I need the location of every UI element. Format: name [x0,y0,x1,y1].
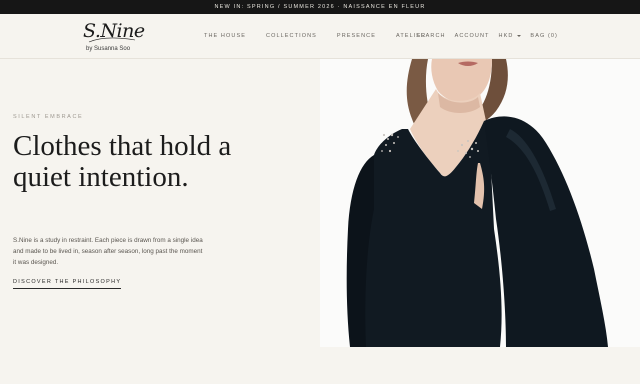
utility-nav: SEARCH ACCOUNT HKD BAG (0) [407,33,558,39]
discover-philosophy-link[interactable]: DISCOVER THE PHILOSOPHY [13,279,122,289]
announcement-text: NEW IN: SPRING / SUMMER 2026 · NAISSANCE… [214,4,426,10]
account-link[interactable]: ACCOUNT [455,33,490,39]
search-link[interactable]: SEARCH [416,33,446,39]
site-header: S.Nine by Susanna Soo THE HOUSE COLLECTI… [0,14,640,59]
hero-body: S.Nine is a study in restraint. Each pie… [13,237,203,266]
page-bottom-area [0,347,640,384]
currency-selector[interactable]: HKD [499,33,522,39]
hero-text-panel: SILENT EMBRACE Clothes that hold a quiet… [0,59,320,347]
logo-byline: by Susanna Soo [86,46,131,52]
model-photo [320,59,640,347]
logo-swoosh-icon [88,37,136,43]
hero-image [320,59,640,347]
currency-label: HKD [498,33,514,39]
hero-headline: Clothes that hold a quiet intention. [13,130,232,193]
nav-item-presence[interactable]: PRESENCE [337,33,376,39]
announcement-bar: NEW IN: SPRING / SUMMER 2026 · NAISSANCE… [0,0,640,14]
nav-item-collections[interactable]: COLLECTIONS [266,33,317,39]
brand-logo[interactable]: S.Nine by Susanna Soo [83,20,145,56]
nav-item-the-house[interactable]: THE HOUSE [204,33,246,39]
hero-eyebrow: SILENT EMBRACE [13,114,84,120]
bag-link[interactable]: BAG (0) [530,33,558,39]
chevron-down-icon [517,35,522,37]
